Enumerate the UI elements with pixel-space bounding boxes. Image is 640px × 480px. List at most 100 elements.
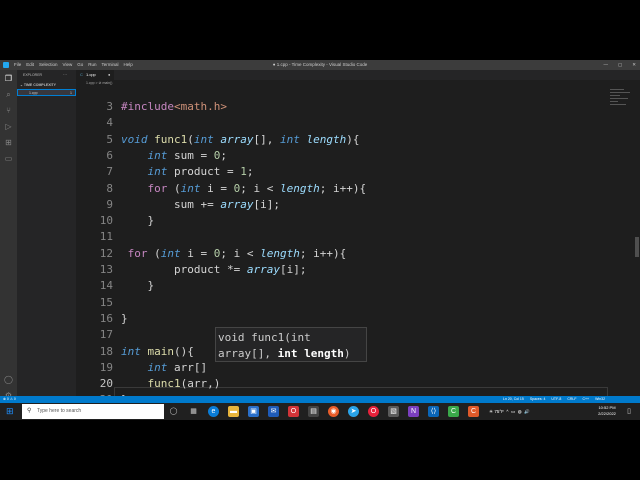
- code-text[interactable]: product *= array[i];: [121, 262, 307, 278]
- extensions-icon[interactable]: ⊞: [4, 138, 13, 147]
- code-text[interactable]: for (int i = 0; i < length; i++){: [121, 246, 347, 262]
- problem-count-badge: 1: [70, 91, 72, 95]
- explorer-icon[interactable]: ❐: [4, 74, 13, 83]
- code-text[interactable]: for (int i = 0; i < length; i++){: [121, 181, 367, 197]
- minimize-button[interactable]: —: [603, 60, 608, 70]
- edge-icon[interactable]: e: [208, 406, 219, 417]
- line-number: 8: [106, 181, 113, 195]
- screen: File Edit Selection View Go Run Terminal…: [0, 60, 640, 420]
- telegram-icon[interactable]: ➤: [348, 406, 359, 417]
- problems-indicator[interactable]: ⊗ 0 ⚠ 0: [3, 396, 16, 403]
- app2-icon[interactable]: ▧: [388, 406, 399, 417]
- firefox-icon[interactable]: ◉: [328, 406, 339, 417]
- windows-taskbar: ⊞ ⚲ Type here to search ◯ ▦ e ▬ ▣ ✉ O ▤ …: [0, 403, 640, 420]
- code-line[interactable]: 9 sum += array[i];: [76, 197, 610, 213]
- code-line[interactable]: 19 int arr[]: [76, 360, 610, 376]
- code-line[interactable]: 15: [76, 295, 610, 311]
- signature-help-popup: void func1(int array[], int length): [215, 327, 367, 362]
- account-icon[interactable]: ◯: [4, 375, 13, 384]
- code-line[interactable]: 11: [76, 229, 610, 245]
- line-number: 15: [99, 295, 113, 309]
- windows-start-icon[interactable]: ⊞: [6, 407, 14, 416]
- line-number: 9: [106, 197, 113, 211]
- code-line[interactable]: 16}: [76, 311, 610, 327]
- vscode-taskbar-icon[interactable]: ⟨⟩: [428, 406, 439, 417]
- search-icon[interactable]: ⌕: [4, 90, 13, 99]
- code-text[interactable]: int arr[]: [121, 360, 208, 376]
- folder-time-complexity[interactable]: ⌄ TIME COMPLEXITY: [20, 83, 56, 87]
- line-number: 14: [99, 279, 113, 293]
- code-line[interactable]: 14 }: [76, 278, 610, 294]
- breadcrumb[interactable]: 1.cpp > ⊘ main(): [76, 80, 640, 87]
- signature-line-1: void func1(int: [218, 331, 311, 344]
- folder-label: TIME COMPLEXITY: [23, 83, 56, 87]
- app3-icon[interactable]: C: [468, 406, 479, 417]
- code-text[interactable]: sum += array[i];: [121, 197, 280, 213]
- code-editor[interactable]: 3 #include<math.h> 4 5 void func1(int array[…: [76, 87, 610, 411]
- code-line[interactable]: 6 int sum = 0;: [76, 148, 610, 164]
- run-debug-icon[interactable]: ▷: [4, 122, 13, 131]
- title-bar: File Edit Selection View Go Run Terminal…: [0, 60, 640, 70]
- minimap[interactable]: [610, 87, 634, 147]
- code-line[interactable]: 7 int product = 1;: [76, 164, 610, 180]
- code-line[interactable]: 5 void func1(int array[], int length){: [76, 132, 610, 148]
- onenote-icon[interactable]: N: [408, 406, 419, 417]
- line-number: 4: [106, 116, 113, 130]
- cursor-position[interactable]: Ln 20, Col 15: [503, 396, 524, 403]
- widgets-icon[interactable]: ▦: [188, 406, 199, 417]
- line-ending[interactable]: CRLF: [567, 396, 576, 403]
- vertical-scrollbar[interactable]: [634, 87, 640, 411]
- signature-close: ): [343, 347, 351, 360]
- signature-active-param: int length: [277, 347, 344, 360]
- office-icon[interactable]: O: [288, 406, 299, 417]
- weather-icon[interactable]: ☀: [489, 409, 493, 414]
- code-line[interactable]: 4: [76, 115, 610, 131]
- maximize-button[interactable]: ▢: [618, 60, 622, 70]
- app-icon[interactable]: ▤: [308, 406, 319, 417]
- code-text[interactable]: }: [121, 278, 154, 294]
- clock[interactable]: 10:52 PM 2/22/2022: [592, 405, 622, 417]
- line-number: 16: [99, 311, 113, 325]
- clock-date: 2/22/2022: [598, 411, 616, 416]
- code-text[interactable]: }: [121, 213, 154, 229]
- source-control-icon[interactable]: ⑂: [4, 106, 13, 115]
- unsaved-dot-icon[interactable]: ●: [108, 70, 110, 80]
- codeblocks-icon[interactable]: C: [448, 406, 459, 417]
- code-text[interactable]: int product = 1;: [121, 164, 254, 180]
- code-line[interactable]: 3 #include<math.h>: [76, 99, 610, 115]
- file-item-1cpp[interactable]: 1.cpp 1: [17, 89, 76, 96]
- remote-explorer-icon[interactable]: ▭: [4, 154, 13, 163]
- indentation[interactable]: Spaces: 4: [530, 396, 546, 403]
- line-number: 5: [106, 132, 113, 146]
- search-placeholder: Type here to search: [37, 408, 82, 414]
- code-text[interactable]: func1(arr,): [121, 376, 221, 392]
- code-line[interactable]: 20 func1(arr,): [76, 376, 610, 392]
- signature-param-prefix: array[],: [218, 347, 278, 360]
- scrollbar-thumb[interactable]: [635, 237, 639, 257]
- notifications-icon[interactable]: ▯: [625, 406, 633, 417]
- code-text[interactable]: }: [121, 311, 128, 327]
- code-line[interactable]: 13 product *= array[i];: [76, 262, 610, 278]
- code-text[interactable]: #include<math.h>: [121, 99, 227, 115]
- store-icon[interactable]: ▣: [248, 406, 259, 417]
- tab-1cpp[interactable]: C 1.cpp ●: [76, 70, 114, 80]
- close-button[interactable]: ✕: [632, 60, 636, 70]
- line-number: 17: [99, 328, 113, 342]
- mail-icon[interactable]: ✉: [268, 406, 279, 417]
- code-text[interactable]: void func1(int array[], int length){: [121, 132, 360, 148]
- encoding[interactable]: UTF-8: [551, 396, 561, 403]
- code-text[interactable]: int main(){: [121, 344, 194, 360]
- weather-temp[interactable]: 75°F: [494, 409, 504, 414]
- language-mode[interactable]: C++: [582, 396, 589, 403]
- task-view-icon[interactable]: ◯: [168, 406, 179, 417]
- file-label: 1.cpp: [29, 91, 38, 95]
- file-explorer-icon[interactable]: ▬: [228, 406, 239, 417]
- taskbar-search[interactable]: ⚲ Type here to search: [22, 404, 164, 419]
- more-actions-icon[interactable]: ···: [63, 72, 67, 77]
- code-line[interactable]: 8 for (int i = 0; i < length; i++){: [76, 181, 610, 197]
- code-line[interactable]: 10 }: [76, 213, 610, 229]
- configuration[interactable]: Win32: [595, 396, 605, 403]
- code-line[interactable]: 12 for (int i = 0; i < length; i++){: [76, 246, 610, 262]
- opera-icon[interactable]: O: [368, 406, 379, 417]
- code-text[interactable]: int sum = 0;: [121, 148, 228, 164]
